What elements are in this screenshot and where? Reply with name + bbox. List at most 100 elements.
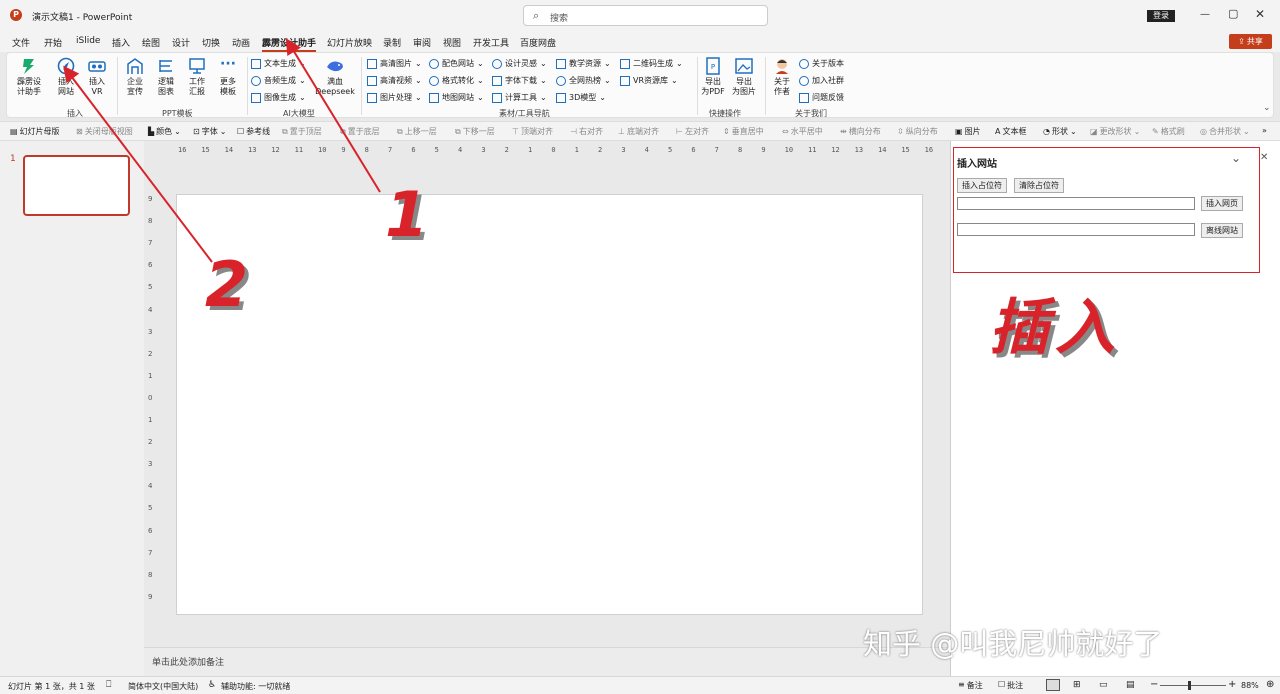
color-site-button[interactable]: 配色网站 ⌄ (429, 58, 484, 69)
more-chevron-icon[interactable]: » (1262, 126, 1267, 135)
reading-view-icon[interactable]: ▭ (1099, 680, 1108, 690)
slide-sorter-icon[interactable]: ⊞ (1073, 680, 1081, 690)
textbox-button[interactable]: A 文本框 (995, 126, 1026, 137)
notes-area[interactable]: 单击此处添加备注 (144, 647, 950, 676)
distribute-horizontal-button[interactable]: ⇹ 横向分布 (840, 126, 881, 137)
image-process-button[interactable]: 图片处理 ⌄ (367, 92, 422, 103)
insert-vr-button[interactable]: 插入 VR (83, 57, 111, 97)
pane-close-icon[interactable]: ✕ (1260, 152, 1268, 163)
3d-model-button[interactable]: 3D模型 ⌄ (556, 92, 606, 103)
language-status[interactable]: 简体中文(中国大陆) (128, 681, 198, 692)
tab-review[interactable]: 审阅 (413, 36, 431, 49)
teaching-resources-button[interactable]: 教学资源 ⌄ (556, 58, 611, 69)
accessibility-status[interactable]: 辅助功能: 一切就绪 (221, 681, 290, 692)
close-icon[interactable]: ✕ (1255, 7, 1265, 21)
bring-forward-button[interactable]: ⧉ 上移一层 (397, 126, 437, 137)
tab-animations[interactable]: 动画 (232, 36, 250, 49)
tab-home[interactable]: 开始 (44, 36, 62, 49)
bring-to-front-button[interactable]: ⧉ 置于顶层 (282, 126, 322, 137)
offline-site-button[interactable]: 离线网站 (1201, 223, 1243, 238)
tab-insert[interactable]: 插入 (112, 36, 130, 49)
fonts-button[interactable]: ⊡ 字体 ⌄ (193, 126, 226, 137)
zoom-slider[interactable] (1160, 681, 1226, 690)
tab-view[interactable]: 视图 (443, 36, 461, 49)
work-report-button[interactable]: 工作 汇报 (183, 57, 211, 97)
center-vertical-button[interactable]: ⇕ 垂直居中 (723, 126, 764, 137)
feedback-button[interactable]: 问题反馈 (799, 92, 844, 103)
close-master-view-button[interactable]: ⊠ 关闭母版视图 (76, 126, 133, 137)
insert-webpage-button[interactable]: 插入网页 (1201, 196, 1243, 211)
about-version-button[interactable]: 关于版本 (799, 58, 844, 69)
zoom-in-icon[interactable]: + (1228, 679, 1236, 690)
format-painter-button[interactable]: ✎ 格式刷 (1152, 126, 1185, 137)
font-download-button[interactable]: 字体下载 ⌄ (492, 75, 547, 86)
map-site-button[interactable]: 地图网站 ⌄ (429, 92, 484, 103)
pili-helper-button[interactable]: 霹雳设 计助手 (11, 57, 47, 97)
export-pdf-button[interactable]: P 导出 为PDF (699, 57, 727, 97)
tab-islide[interactable]: iSlide (76, 36, 100, 46)
align-bottom-button[interactable]: ⊥ 底端对齐 (618, 126, 659, 137)
tab-developer[interactable]: 开发工具 (473, 36, 509, 49)
format-convert-button[interactable]: 格式转化 ⌄ (429, 75, 484, 86)
tab-transitions[interactable]: 切换 (202, 36, 220, 49)
vr-library-button[interactable]: VR资源库 ⌄ (620, 75, 678, 86)
insert-website-button[interactable]: 插入 网站 (51, 57, 81, 97)
normal-view-icon[interactable] (1046, 679, 1060, 691)
merge-shapes-button[interactable]: ◎ 合并形状 ⌄ (1200, 126, 1250, 137)
tab-draw[interactable]: 绘图 (142, 36, 160, 49)
distribute-vertical-button[interactable]: ⇳ 纵向分布 (897, 126, 938, 137)
enterprise-template-button[interactable]: 企业 宣传 (121, 57, 149, 97)
collapse-ribbon-icon[interactable]: ⌄ (1263, 103, 1271, 113)
export-image-button[interactable]: 导出 为图片 (729, 57, 759, 97)
slideshow-icon[interactable]: ▤ (1126, 680, 1135, 690)
deepseek-button[interactable]: 满血 Deepseek (313, 57, 357, 97)
zoom-slider-thumb[interactable] (1188, 681, 1191, 690)
slide-canvas[interactable] (176, 194, 923, 615)
tab-baidu-pan[interactable]: 百度网盘 (520, 36, 556, 49)
tab-pili-helper[interactable]: 霹雳设计助手 (262, 36, 317, 52)
tab-record[interactable]: 录制 (383, 36, 401, 49)
change-shape-button[interactable]: ◪ 更改形状 ⌄ (1090, 126, 1140, 137)
colors-button[interactable]: ▙ 颜色 ⌄ (148, 126, 181, 137)
slide-thumbnail[interactable] (23, 155, 130, 216)
share-button[interactable]: ⇪ 共享 (1229, 34, 1272, 49)
tab-design[interactable]: 设计 (172, 36, 190, 49)
guides-checkbox[interactable]: ☐ 参考线 (237, 126, 270, 137)
insert-placeholder-button[interactable]: 插入占位符 (957, 178, 1007, 193)
offline-url-input[interactable] (957, 223, 1195, 236)
zoom-level[interactable]: 88% (1241, 681, 1259, 690)
minimize-icon[interactable]: — (1200, 9, 1210, 20)
image-generate-button[interactable]: 图像生成 ⌄ (251, 92, 306, 103)
text-generate-button[interactable]: 文本生成 ⌄ (251, 58, 306, 69)
tab-file[interactable]: 文件 (12, 36, 30, 49)
send-to-back-button[interactable]: ⧉ 置于底层 (340, 126, 380, 137)
notes-button[interactable]: ≡ 备注 (958, 680, 983, 691)
clear-placeholder-button[interactable]: 清除占位符 (1014, 178, 1064, 193)
fit-to-window-icon[interactable]: ⊕ (1266, 679, 1274, 690)
about-author-button[interactable]: 关于 作者 (769, 57, 795, 97)
align-right-button[interactable]: ⊣ 右对齐 (570, 126, 603, 137)
design-inspiration-button[interactable]: 设计灵感 ⌄ (492, 58, 547, 69)
join-community-button[interactable]: 加入社群 (799, 75, 844, 86)
hd-images-button[interactable]: 高清图片 ⌄ (367, 58, 422, 69)
align-left-button[interactable]: ⊢ 左对齐 (676, 126, 709, 137)
restore-icon[interactable]: ▢ (1228, 7, 1238, 20)
center-horizontal-button[interactable]: ⇔ 水平居中 (782, 126, 823, 137)
hot-list-button[interactable]: 全网热榜 ⌄ (556, 75, 611, 86)
hd-video-button[interactable]: 高清视频 ⌄ (367, 75, 422, 86)
qrcode-button[interactable]: 二维码生成 ⌄ (620, 58, 683, 69)
zoom-out-icon[interactable]: − (1150, 679, 1158, 690)
accessibility-icon[interactable]: ♿ (208, 680, 216, 690)
picture-button[interactable]: ▣ 图片 (955, 126, 981, 137)
calc-tools-button[interactable]: 计算工具 ⌄ (492, 92, 547, 103)
shapes-button[interactable]: ◔ 形状 ⌄ (1043, 126, 1077, 137)
send-backward-button[interactable]: ⧉ 下移一层 (455, 126, 495, 137)
audio-generate-button[interactable]: 音频生成 ⌄ (251, 75, 306, 86)
comments-button[interactable]: ☐ 批注 (998, 680, 1023, 691)
webpage-url-input[interactable] (957, 197, 1195, 210)
logic-chart-button[interactable]: 逻辑 图表 (152, 57, 180, 97)
tab-slideshow[interactable]: 幻灯片放映 (327, 36, 372, 49)
more-templates-button[interactable]: ··· 更多 模板 (214, 57, 242, 97)
align-top-button[interactable]: ⊤ 顶端对齐 (512, 126, 553, 137)
slide-master-button[interactable]: ▤ 幻灯片母版 (10, 126, 60, 137)
